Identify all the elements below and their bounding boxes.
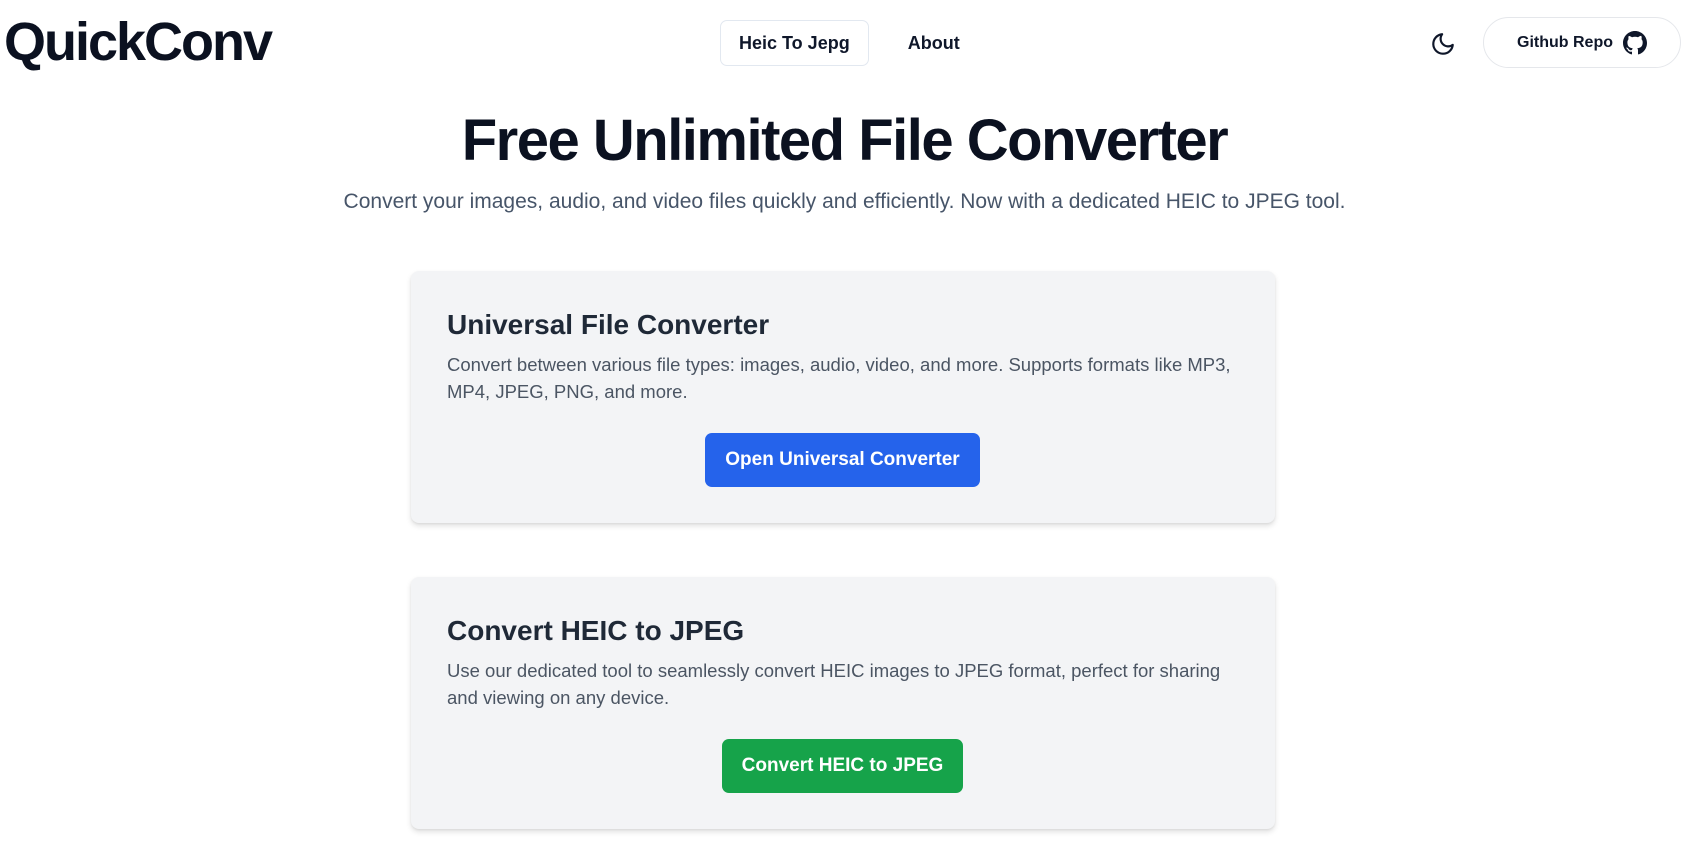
main-nav: Heic To Jepg About: [720, 20, 979, 66]
open-universal-converter-button[interactable]: Open Universal Converter: [705, 433, 980, 487]
theme-toggle-button[interactable]: [1421, 22, 1465, 66]
github-icon: [1622, 30, 1647, 54]
heic-converter-card: Convert HEIC to JPEG Use our dedicated t…: [411, 577, 1275, 829]
site-logo[interactable]: QuickConv: [4, 10, 273, 74]
github-repo-button[interactable]: Github Repo: [1483, 17, 1681, 68]
card-title: Universal File Converter: [447, 309, 770, 340]
nav-link-about[interactable]: About: [889, 20, 979, 66]
site-header: QuickConv Heic To Jepg About Github Repo: [0, 0, 1689, 86]
github-repo-label: Github Repo: [1517, 33, 1613, 51]
hero-subtitle: Convert your images, audio, and video fi…: [343, 190, 1346, 213]
moon-icon: [1432, 33, 1454, 55]
convert-heic-to-jpeg-button[interactable]: Convert HEIC to JPEG: [722, 739, 963, 793]
card-description: Convert between various file types: imag…: [447, 354, 1231, 402]
page: QuickConv Heic To Jepg About Github Repo…: [0, 0, 1689, 844]
card-description: Use our dedicated tool to seamlessly con…: [447, 660, 1221, 708]
hero-title: Free Unlimited File Converter: [461, 108, 1229, 173]
nav-link-heic-to-jpeg[interactable]: Heic To Jepg: [720, 20, 869, 66]
universal-converter-card: Universal File Converter Convert between…: [411, 271, 1275, 523]
card-title: Convert HEIC to JPEG: [447, 615, 745, 646]
